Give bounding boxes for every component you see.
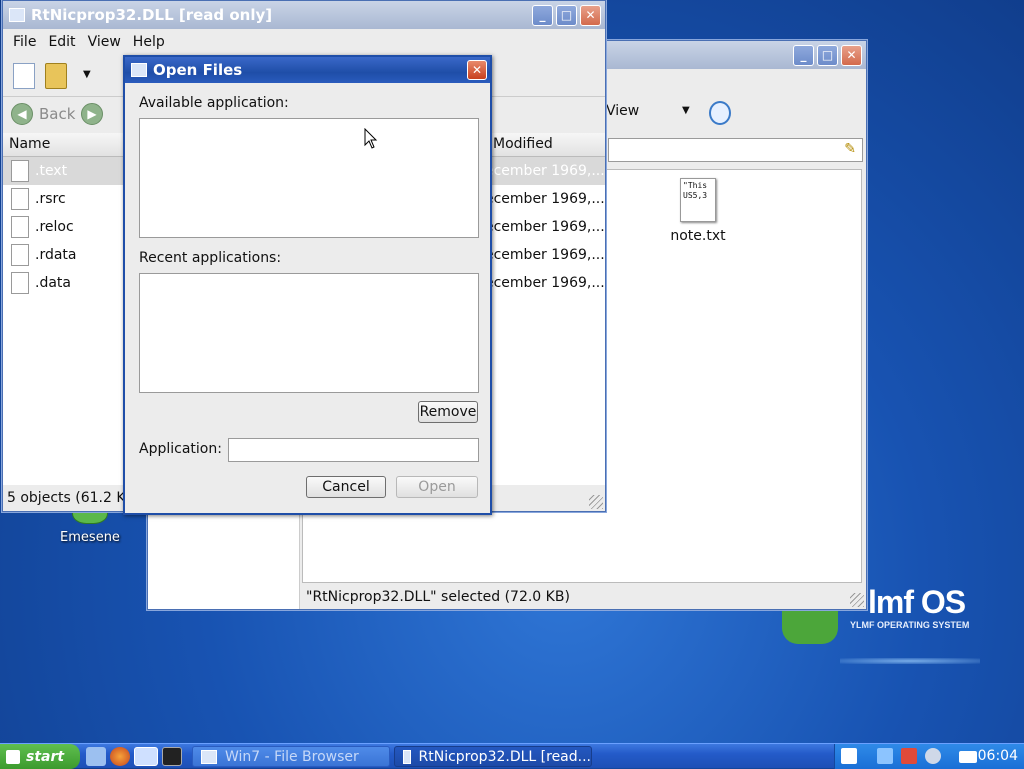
menu-view[interactable]: View: [84, 34, 125, 50]
item-name: .rdata: [35, 247, 77, 263]
window-icon: [403, 749, 411, 764]
brand-mark-icon: [782, 610, 838, 644]
open-folder-icon[interactable]: [45, 63, 67, 89]
start-button[interactable]: start: [0, 744, 80, 769]
close-button[interactable]: ✕: [580, 4, 601, 26]
alert-icon[interactable]: [901, 748, 917, 764]
status-bar: "RtNicprop32.DLL" selected (72.0 KB): [306, 589, 570, 605]
close-button[interactable]: ✕: [467, 60, 487, 80]
view-menu-button[interactable]: View: [606, 103, 639, 119]
recent-applications-list[interactable]: [139, 273, 479, 393]
mail-icon[interactable]: [959, 751, 977, 763]
chevron-down-icon[interactable]: ▼: [682, 105, 690, 116]
taskbar-item-dll[interactable]: RtNicprop32.DLL [read...: [394, 746, 592, 767]
zoom-search-icon[interactable]: [709, 101, 731, 125]
open-files-dialog: Open Files ✕ Available application: Rece…: [123, 55, 492, 515]
resize-grip[interactable]: [850, 593, 864, 607]
minimize-button[interactable]: _: [793, 44, 814, 66]
item-modified: ecember 1969,...: [485, 275, 605, 291]
item-modified: ecember 1969,...: [485, 247, 605, 263]
quicklaunch-firefox-icon[interactable]: [110, 747, 130, 766]
file-icon: [11, 160, 29, 182]
remove-button[interactable]: Remove: [418, 401, 478, 423]
column-header-modified[interactable]: Modified: [493, 136, 553, 152]
menu-edit[interactable]: Edit: [44, 34, 79, 50]
dialog-app-icon: [131, 63, 147, 77]
location-input[interactable]: ✎: [608, 138, 863, 162]
brand-name: lmf OS: [868, 584, 966, 620]
item-modified: ecember 1969,...: [485, 163, 605, 179]
app-icon: [9, 8, 25, 22]
clock: 06:04: [977, 748, 1018, 764]
back-arrow-icon: ◀: [11, 103, 33, 125]
file-item-note[interactable]: "This US5,3 note.txt: [663, 178, 733, 244]
minimize-button[interactable]: _: [532, 4, 553, 26]
item-modified: ecember 1969,...: [485, 219, 605, 235]
application-label: Application:: [139, 441, 222, 457]
item-name: .reloc: [35, 219, 74, 235]
available-application-list[interactable]: [139, 118, 479, 238]
keyboard-layout-icon[interactable]: [841, 748, 857, 764]
network-icon[interactable]: [877, 748, 893, 764]
update-icon[interactable]: [925, 748, 941, 764]
back-label: Back: [39, 105, 76, 123]
brand-subtitle: YLMF OPERATING SYSTEM: [850, 620, 970, 630]
application-input[interactable]: [228, 438, 479, 462]
item-name: .rsrc: [35, 191, 66, 207]
file-icon: [11, 216, 29, 238]
maximize-button[interactable]: □: [556, 4, 577, 26]
taskbar-item-file-browser[interactable]: Win7 - File Browser: [192, 746, 390, 767]
close-button[interactable]: ✕: [841, 44, 862, 66]
task-label: Win7 - File Browser: [225, 748, 359, 765]
task-label: RtNicprop32.DLL [read...: [418, 748, 592, 765]
brand-glow: [840, 658, 980, 664]
item-modified: ecember 1969,...: [485, 191, 605, 207]
quicklaunch-finder-icon[interactable]: [86, 747, 106, 766]
file-icon: [11, 188, 29, 210]
available-application-label: Available application:: [139, 95, 289, 111]
menu-bar: File Edit View Help: [3, 29, 605, 55]
taskbar: start Win7 - File Browser RtNicprop32.DL…: [0, 743, 1024, 769]
item-name: .data: [35, 275, 71, 291]
start-logo-icon: [6, 749, 20, 764]
chevron-down-icon[interactable]: ▼: [83, 69, 91, 80]
resize-grip[interactable]: [589, 495, 603, 509]
item-name: .text: [35, 163, 68, 179]
desktop-icon-label: Emesene: [60, 530, 120, 545]
mouse-cursor-icon: [364, 127, 378, 150]
window-icon: [201, 749, 217, 764]
menu-file[interactable]: File: [9, 34, 40, 50]
dialog-title: Open Files: [153, 61, 243, 79]
recent-applications-label: Recent applications:: [139, 250, 282, 266]
start-label: start: [26, 748, 65, 765]
open-button[interactable]: Open: [396, 476, 478, 498]
quicklaunch-terminal-icon[interactable]: [162, 747, 182, 766]
column-header-name[interactable]: Name: [9, 136, 50, 152]
back-button[interactable]: ◀ Back: [11, 103, 75, 125]
file-icon: [11, 272, 29, 294]
dll-titlebar[interactable]: RtNicprop32.DLL [read only] _ □ ✕: [3, 1, 605, 29]
forward-arrow-icon[interactable]: ▶: [81, 103, 103, 125]
text-file-icon: "This US5,3: [680, 178, 716, 222]
menu-help[interactable]: Help: [129, 34, 169, 50]
new-document-icon[interactable]: [13, 63, 35, 89]
maximize-button[interactable]: □: [817, 44, 838, 66]
clear-broom-icon[interactable]: ✎: [844, 141, 856, 157]
file-icon: [11, 244, 29, 266]
system-tray: 06:04: [834, 744, 1024, 769]
dialog-titlebar[interactable]: Open Files ✕: [125, 57, 490, 83]
cancel-button[interactable]: Cancel: [306, 476, 386, 498]
file-name: note.txt: [670, 228, 726, 244]
dll-title: RtNicprop32.DLL [read only]: [31, 6, 273, 24]
quicklaunch-desktop-icon[interactable]: [134, 747, 158, 766]
